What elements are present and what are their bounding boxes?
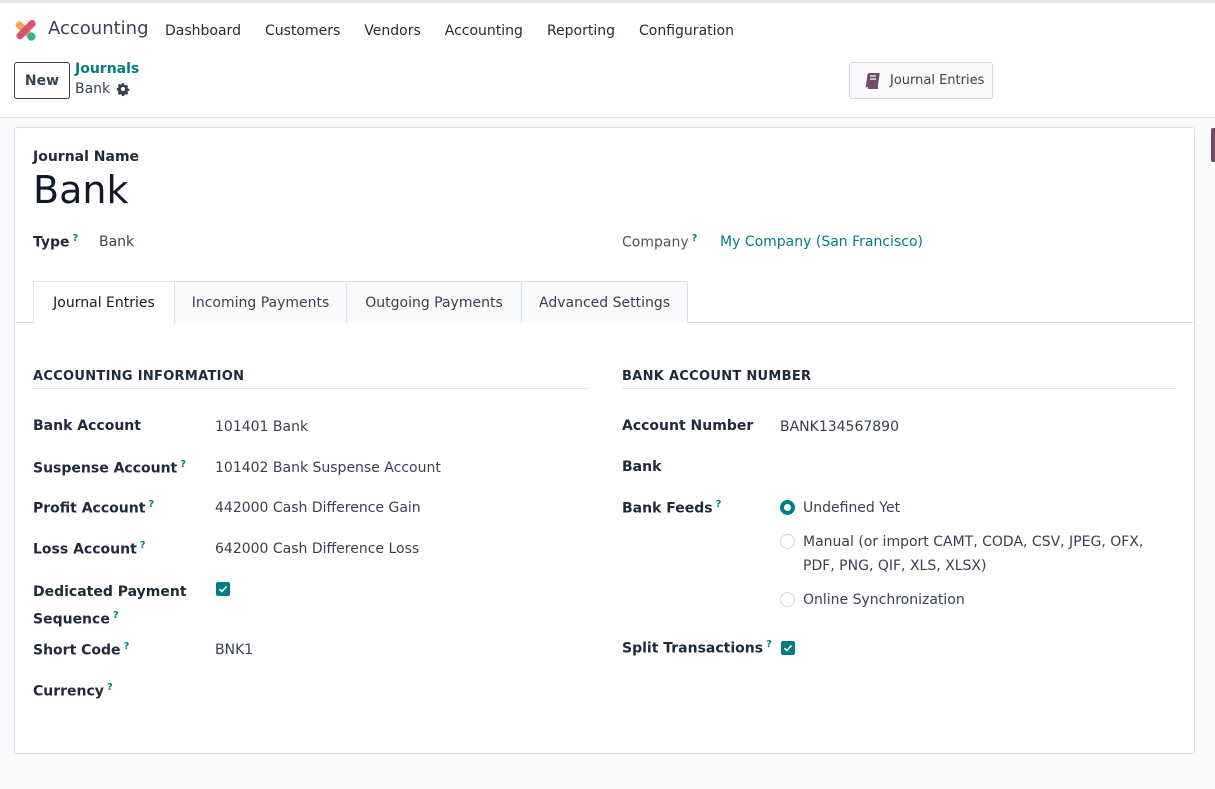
journal-entries-smart-button[interactable]: Journal Entries [849,62,993,99]
top-navbar: Accounting Dashboard Customers Vendors A… [0,0,1215,56]
main-menu: Dashboard Customers Vendors Accounting R… [153,3,746,59]
breadcrumb-journals[interactable]: Journals [75,61,139,77]
breadcrumb-current: Bank [75,81,130,97]
accounting-app-icon[interactable] [12,17,38,43]
menu-item-dashboard[interactable]: Dashboard [153,23,253,39]
check-icon [783,644,793,652]
bank-account-label: Bank Account [33,418,141,434]
bank-feeds-radio-manual[interactable] [780,534,795,549]
menu-item-accounting[interactable]: Accounting [433,23,535,39]
type-label: Type? [33,233,79,251]
short-code-label: Short Code? [33,641,130,659]
help-icon[interactable]: ? [107,682,113,693]
short-code-field[interactable]: BNK1 [215,642,253,658]
section-accounting-information: ACCOUNTING INFORMATION [33,369,587,389]
suspense-account-field[interactable]: 101402 Bank Suspense Account [215,460,441,476]
chatter-toggle-edge[interactable] [1211,128,1215,162]
profit-account-label: Profit Account? [33,499,155,517]
help-icon[interactable]: ? [113,610,119,621]
control-panel: New Journals Bank Journal Entries [0,56,1215,118]
bank-feeds-label: Bank Feeds? [622,499,722,517]
split-transactions-label: Split Transactions? [622,639,772,657]
section-bank-account-number: BANK ACCOUNT NUMBER [622,369,1176,389]
journal-name-field[interactable]: Bank [33,168,128,212]
bank-feeds-option-undefined[interactable]: Undefined Yet [803,496,900,520]
bank-feeds-radio-undefined[interactable] [780,500,795,515]
dedicated-payment-sequence-checkbox[interactable] [216,582,230,596]
app-name[interactable]: Accounting [48,18,149,39]
help-icon[interactable]: ? [140,540,146,551]
account-number-field[interactable]: BANK134567890 [780,419,899,435]
account-number-label: Account Number [622,418,754,434]
company-field[interactable]: My Company (San Francisco) [720,234,923,250]
help-icon[interactable]: ? [148,499,154,510]
menu-item-customers[interactable]: Customers [253,23,352,39]
dedicated-payment-sequence-label: Dedicated Payment Sequence? [33,584,187,628]
check-icon [218,585,228,593]
suspense-account-label: Suspense Account? [33,459,187,477]
bank-account-field[interactable]: 101401 Bank [215,419,308,435]
tab-outgoing-payments[interactable]: Outgoing Payments [346,281,522,323]
help-icon[interactable]: ? [716,499,722,510]
bank-label: Bank [622,459,662,475]
tab-journal-entries[interactable]: Journal Entries [33,281,175,324]
notebook-tabs: Journal Entries Incoming Payments Outgoi… [15,281,1194,324]
loss-account-field[interactable]: 642000 Cash Difference Loss [215,541,419,557]
tab-incoming-payments[interactable]: Incoming Payments [174,281,347,323]
smart-button-label: Journal Entries [890,73,985,88]
company-label: Company? [622,233,698,251]
help-icon[interactable]: ? [180,459,186,470]
help-icon[interactable]: ? [73,233,79,244]
menu-item-configuration[interactable]: Configuration [627,23,746,39]
menu-item-vendors[interactable]: Vendors [352,23,432,39]
help-icon[interactable]: ? [692,233,698,244]
profit-account-field[interactable]: 442000 Cash Difference Gain [215,500,421,516]
new-button[interactable]: New [14,62,70,99]
gear-icon[interactable] [116,82,130,96]
form-sheet: Journal Name Bank Type? Bank Company? My… [14,127,1195,754]
bank-feeds-option-manual[interactable]: Manual (or import CAMT, CODA, CSV, JPEG,… [803,530,1143,578]
split-transactions-checkbox[interactable] [781,641,795,655]
help-icon[interactable]: ? [124,641,130,652]
menu-item-reporting[interactable]: Reporting [535,23,627,39]
tab-advanced-settings[interactable]: Advanced Settings [521,281,688,323]
journal-name-label: Journal Name [33,149,140,165]
bank-feeds-radio-online[interactable] [780,592,795,607]
bank-feeds-option-online[interactable]: Online Synchronization [803,588,965,612]
loss-account-label: Loss Account? [33,540,146,558]
book-icon [865,72,880,89]
type-field[interactable]: Bank [99,234,134,250]
currency-label: Currency? [33,682,113,700]
breadcrumb-current-label: Bank [75,81,111,97]
help-icon[interactable]: ? [766,639,772,650]
